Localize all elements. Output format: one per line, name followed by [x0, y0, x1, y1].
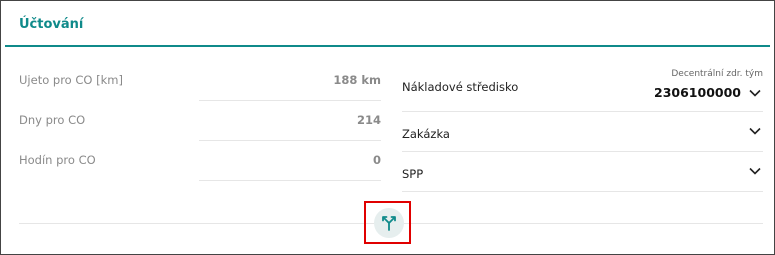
field-underline: [199, 180, 381, 181]
chevron-down-icon[interactable]: [749, 89, 761, 97]
field-value: 214: [356, 113, 381, 127]
order-select[interactable]: Zakázka: [402, 111, 763, 152]
cost-center-select[interactable]: Nákladové středisko Decentrální zdr. tým…: [402, 63, 763, 112]
field-label: Ujeto pro CO [km]: [19, 73, 123, 87]
cost-center-value: 2306100000: [654, 85, 741, 100]
field-row-km: Ujeto pro CO [km] 188 km: [19, 61, 381, 101]
cost-center-label: Nákladové středisko: [402, 80, 519, 94]
chevron-down-icon[interactable]: [749, 167, 761, 175]
field-row-hours: Hodín pro CO 0: [19, 141, 381, 181]
field-value: 0: [372, 153, 381, 167]
spp-select[interactable]: SPP: [402, 151, 763, 192]
section-title: Účtování: [19, 17, 84, 32]
field-value: 188 km: [333, 73, 381, 87]
highlight-frame: [364, 201, 411, 244]
chevron-down-icon[interactable]: [749, 127, 761, 135]
order-label: Zakázka: [402, 127, 450, 141]
accounting-panel: Účtování Ujeto pro CO [km] 188 km Dny pr…: [0, 0, 775, 255]
cost-center-caption: Decentrální zdr. tým: [671, 69, 763, 79]
section-header: Účtování: [5, 5, 770, 47]
field-label: Dny pro CO: [19, 113, 86, 127]
spp-label: SPP: [402, 167, 424, 181]
field-row-days: Dny pro CO 214: [19, 101, 381, 141]
field-label: Hodín pro CO: [19, 153, 96, 167]
